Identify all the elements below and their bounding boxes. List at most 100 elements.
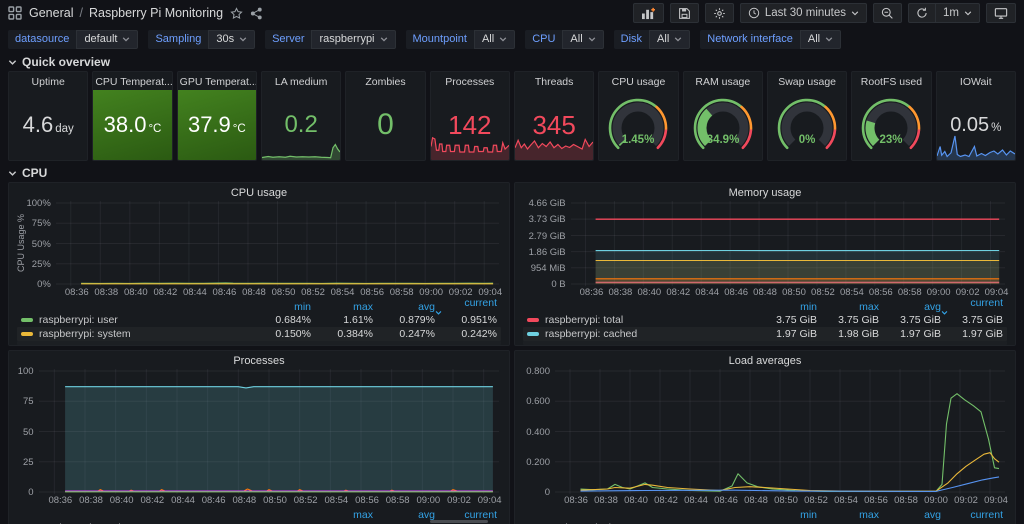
panel-title[interactable]: RootFS used: [852, 72, 930, 90]
variable-cpu: CPU All: [525, 30, 603, 49]
gauge: 1.45%: [600, 97, 676, 153]
x-tick-label: 08:36: [65, 287, 89, 298]
refresh-interval-dropdown[interactable]: 1m: [935, 3, 980, 23]
legend-sort-max[interactable]: max: [311, 509, 373, 521]
chart-plot[interactable]: [39, 369, 499, 494]
panel-title[interactable]: CPU usage: [599, 72, 677, 90]
gauge: 0%: [769, 97, 845, 153]
stat-panel-uptime: Uptime4.6day: [8, 71, 88, 161]
legend-sort-max[interactable]: max: [311, 301, 373, 313]
panel-title[interactable]: Swap usage: [768, 72, 846, 90]
chevron-down-icon: [8, 169, 17, 178]
chart-plot[interactable]: [571, 201, 1005, 286]
variable-current-value: All: [570, 33, 582, 45]
panel-title[interactable]: Zombies: [346, 72, 424, 90]
panel-title[interactable]: Processes: [431, 72, 509, 90]
legend-series-toggle[interactable]: raspberrypi: cached: [527, 328, 755, 340]
x-axis-ticks: 08:3608:3808:4008:4208:4408:4608:4808:50…: [521, 494, 1009, 507]
legend-sort-current[interactable]: current: [435, 509, 497, 521]
x-tick-label: 08:38: [594, 495, 618, 506]
row-header-cpu[interactable]: CPU: [0, 163, 1024, 182]
y-tick-label: 75: [23, 396, 34, 407]
x-tick-label: 09:02: [449, 287, 473, 298]
gauge-container: 23%: [852, 97, 930, 153]
variable-label-datasource[interactable]: datasource: [8, 30, 76, 49]
variable-value-dropdown[interactable]: raspberrypi: [311, 30, 395, 49]
zoom-out-time-button[interactable]: [873, 3, 902, 23]
save-dashboard-button[interactable]: [670, 3, 699, 23]
x-tick-label: 08:42: [153, 287, 177, 298]
chart-plot[interactable]: [555, 369, 1005, 494]
legend-sort-current[interactable]: current: [941, 509, 1003, 521]
chart-panel-processes: Processes025507510008:3608:3808:4008:420…: [8, 350, 510, 524]
legend-sort-avg[interactable]: avg: [373, 509, 435, 521]
add-panel-button[interactable]: [633, 3, 664, 23]
stat-value: 0: [377, 108, 394, 142]
star-icon[interactable]: [230, 7, 243, 20]
panel-title[interactable]: LA medium: [262, 72, 340, 90]
legend-scrollbar-thumb[interactable]: [430, 520, 488, 523]
kiosk-mode-button[interactable]: [986, 3, 1016, 23]
variable-label-server[interactable]: Server: [265, 30, 311, 49]
legend-value: 0.242%: [435, 328, 497, 340]
variable-label-network-interface[interactable]: Network interface: [700, 30, 800, 49]
legend-sort-avg[interactable]: avg: [373, 301, 435, 313]
panel-title[interactable]: Memory usage: [515, 183, 1015, 201]
legend-sort-avg[interactable]: avg: [879, 509, 941, 521]
variable-label-mountpoint[interactable]: Mountpoint: [406, 30, 474, 49]
variable-label-cpu[interactable]: CPU: [525, 30, 562, 49]
x-tick-label: 08:58: [898, 287, 922, 298]
cpu-charts-grid: CPU usageCPU Usage %0%25%50%75%100%08:36…: [0, 182, 1024, 524]
share-icon[interactable]: [250, 7, 263, 20]
x-tick-label: 09:00: [416, 495, 440, 506]
legend-series-key-icon: [527, 332, 539, 336]
variable-value-dropdown[interactable]: All: [474, 30, 515, 49]
variable-value-dropdown[interactable]: default: [76, 30, 138, 49]
panel-title[interactable]: Load averages: [515, 351, 1015, 369]
stat-body: 37.9°C: [178, 90, 256, 160]
panel-title[interactable]: IOWait: [937, 72, 1015, 90]
x-tick-label: 08:44: [171, 495, 195, 506]
x-tick-label: 08:52: [301, 287, 325, 298]
dashboard-settings-button[interactable]: [705, 3, 734, 23]
variable-label-disk[interactable]: Disk: [614, 30, 649, 49]
y-tick-label: 50%: [32, 239, 51, 250]
chart-plot[interactable]: [56, 201, 499, 286]
panel-title[interactable]: CPU usage: [9, 183, 509, 201]
variable-value-dropdown[interactable]: All: [649, 30, 690, 49]
panel-title[interactable]: GPU Temperat...: [178, 72, 256, 90]
variable-current-value: raspberrypi: [319, 33, 374, 45]
x-tick-label: 08:46: [724, 287, 748, 298]
stat-panel-threads: Threads345: [514, 71, 594, 161]
legend-series-key-icon: [21, 332, 33, 336]
legend-sort-min[interactable]: min: [755, 509, 817, 521]
x-axis-ticks: 08:3608:3808:4008:4208:4408:4608:4808:50…: [15, 286, 503, 299]
panel-title[interactable]: Threads: [515, 72, 593, 90]
panel-title[interactable]: CPU Temperat...: [93, 72, 171, 90]
variable-label-sampling[interactable]: Sampling: [148, 30, 208, 49]
legend-sort-min[interactable]: min: [249, 301, 311, 313]
page-title[interactable]: Raspberry Pi Monitoring: [89, 6, 223, 20]
legend-sort-max[interactable]: max: [817, 301, 879, 313]
refresh-button[interactable]: [908, 3, 935, 23]
legend-sort-min[interactable]: min: [755, 301, 817, 313]
y-tick-label: 0.800: [526, 366, 550, 377]
stat-value: 37.9°C: [188, 112, 246, 138]
variable-value-dropdown[interactable]: All: [562, 30, 603, 49]
panel-title[interactable]: Uptime: [9, 72, 87, 90]
legend-sort-avg[interactable]: avg: [879, 301, 941, 313]
variable-value-dropdown[interactable]: All: [800, 30, 841, 49]
legend-series-toggle[interactable]: raspberrypi: system: [21, 328, 249, 340]
panel-title[interactable]: RAM usage: [684, 72, 762, 90]
variable-value-dropdown[interactable]: 30s: [208, 30, 255, 49]
chevron-down-icon: [674, 35, 682, 43]
legend-series-toggle[interactable]: raspberrypi: user: [21, 314, 249, 326]
panel-title[interactable]: Processes: [9, 351, 509, 369]
breadcrumb-section[interactable]: General: [29, 6, 73, 20]
time-range-picker[interactable]: Last 30 minutes: [740, 3, 867, 23]
row-header-quick-overview[interactable]: Quick overview: [0, 52, 1024, 71]
legend-sort-max[interactable]: max: [817, 509, 879, 521]
legend-series-toggle[interactable]: raspberrypi: total: [527, 314, 755, 326]
dashboards-grid-icon[interactable]: [8, 6, 22, 20]
chevron-down-icon: [588, 35, 596, 43]
